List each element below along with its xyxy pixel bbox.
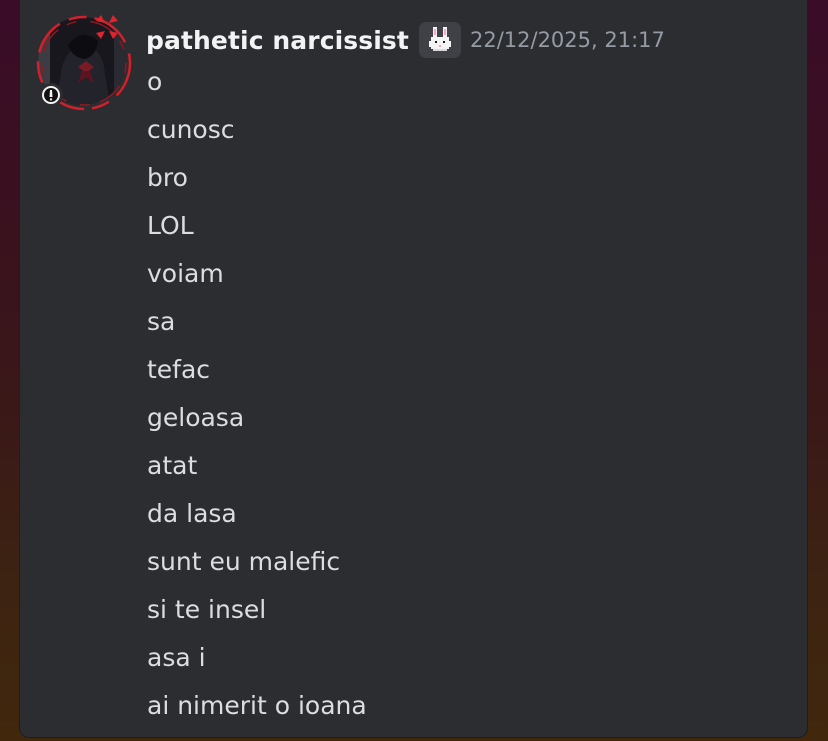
message-line: atat — [147, 451, 198, 480]
message-line: si te insel — [147, 595, 267, 624]
message-header: pathetic narcissist 22/12/2025, 21:17 — [146, 22, 665, 58]
message-line: sunt eu malefic — [147, 547, 341, 576]
message-line: LOL — [147, 211, 194, 240]
message-line: asa i — [147, 643, 206, 672]
message-line: da lasa — [147, 499, 237, 528]
avatar[interactable] — [36, 15, 132, 111]
message-line: tefac — [147, 355, 211, 384]
username[interactable]: pathetic narcissist — [146, 26, 409, 55]
message-line: sa — [147, 307, 176, 336]
status-badge — [39, 83, 63, 107]
message-line: bro — [147, 163, 188, 192]
timestamp[interactable]: 22/12/2025, 21:17 — [470, 28, 665, 52]
message-line: geloasa — [147, 403, 245, 432]
bunny-pixel-icon[interactable] — [418, 22, 461, 58]
message-line: ai nimerit o ioana — [147, 691, 367, 720]
message-line: o — [147, 67, 163, 96]
message-line: voiam — [147, 259, 224, 288]
message-content: o cunosc bro LOL voiam sa tefac geloasa … — [147, 58, 747, 730]
message-line: cunosc — [147, 115, 235, 144]
